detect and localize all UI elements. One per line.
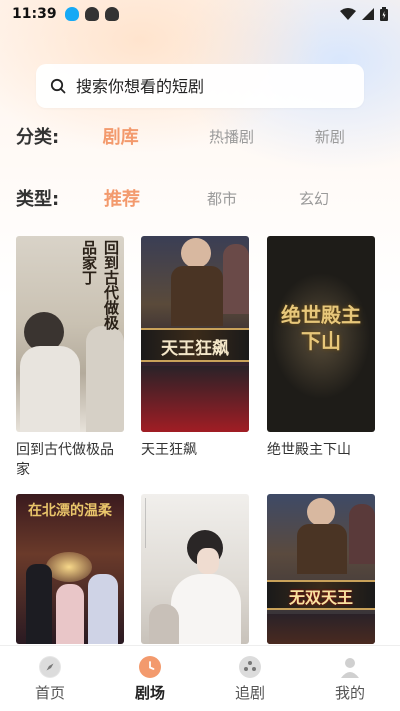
drama-poster[interactable]: 绝世殿主下山 <box>267 236 375 432</box>
category-option-drama-library[interactable]: 剧库 <box>103 123 188 149</box>
genre-option-recommended[interactable]: 推荐 <box>104 185 190 211</box>
drama-poster[interactable]: 无双天王 <box>267 494 375 644</box>
app-notification-icon <box>84 7 99 21</box>
genre-label: 类型: <box>16 189 60 210</box>
drama-card[interactable]: 回到古代做极品家丁 回到古代做极品家 <box>16 236 124 480</box>
tab-label: 剧场 <box>134 684 165 702</box>
poster-title-text: 绝世殿主下山 <box>281 303 361 353</box>
bottom-tab-bar: 首页 剧场 追剧 我的 <box>0 645 400 711</box>
category-option-hot[interactable]: 热播剧 <box>187 126 276 147</box>
status-bar: 11:39 <box>0 0 400 28</box>
drama-poster[interactable]: 回到古代做极品家丁 <box>16 236 124 432</box>
drama-title: 绝世殿主下山 <box>267 442 351 458</box>
tab-label: 首页 <box>34 684 65 702</box>
tab-profile[interactable]: 我的 <box>300 646 400 711</box>
poster-title-text: 回到古代做极品家丁 <box>80 240 120 330</box>
drama-card[interactable]: 天王狂飙 天王狂飙 <box>141 236 249 460</box>
drama-title: 回到古代做极品家 <box>16 442 114 478</box>
tab-label: 我的 <box>334 684 365 702</box>
tab-follow[interactable]: 追剧 <box>200 646 300 711</box>
poster-title-text: 天王狂飙 <box>161 339 229 359</box>
search-icon <box>50 78 66 94</box>
user-icon <box>339 656 361 678</box>
tab-home[interactable]: 首页 <box>0 646 100 711</box>
qq-notification-icon <box>64 7 79 21</box>
tab-label: 追剧 <box>234 684 265 702</box>
tab-theater[interactable]: 剧场 <box>100 646 200 711</box>
category-filter-row: 分类: 剧库 热播剧 新剧 <box>16 121 384 151</box>
drama-card[interactable]: 无双天王 <box>267 494 375 652</box>
genre-option-fantasy[interactable]: 玄幻 <box>254 188 374 209</box>
drama-poster[interactable] <box>141 494 249 644</box>
drama-card[interactable]: 绝世殿主下山 绝世殿主下山 <box>267 236 375 460</box>
drama-poster[interactable]: 天王狂飙 <box>141 236 249 432</box>
poster-title-text: 在北漂的温柔 <box>28 503 112 519</box>
drama-card[interactable] <box>141 494 249 652</box>
category-label: 分类: <box>16 127 60 148</box>
drama-title: 天王狂飙 <box>141 442 197 458</box>
film-reel-icon <box>239 656 261 678</box>
poster-title-text: 无双天王 <box>288 588 353 607</box>
status-time: 11:39 <box>12 6 57 22</box>
genre-option-urban[interactable]: 都市 <box>190 188 254 209</box>
compass-icon <box>39 656 61 678</box>
drama-poster[interactable]: 在北漂的温柔 <box>16 494 124 644</box>
drama-card[interactable]: 在北漂的温柔 <box>16 494 124 652</box>
wifi-icon <box>340 8 356 20</box>
category-option-new[interactable]: 新剧 <box>276 126 384 147</box>
app-notification-icon-2 <box>104 7 119 21</box>
battery-icon <box>380 7 388 21</box>
search-bar[interactable] <box>36 64 364 108</box>
search-input[interactable] <box>76 76 350 96</box>
signal-icon <box>362 8 374 20</box>
genre-filter-row: 类型: 推荐 都市 玄幻 <box>16 183 384 213</box>
clock-icon <box>139 656 161 678</box>
